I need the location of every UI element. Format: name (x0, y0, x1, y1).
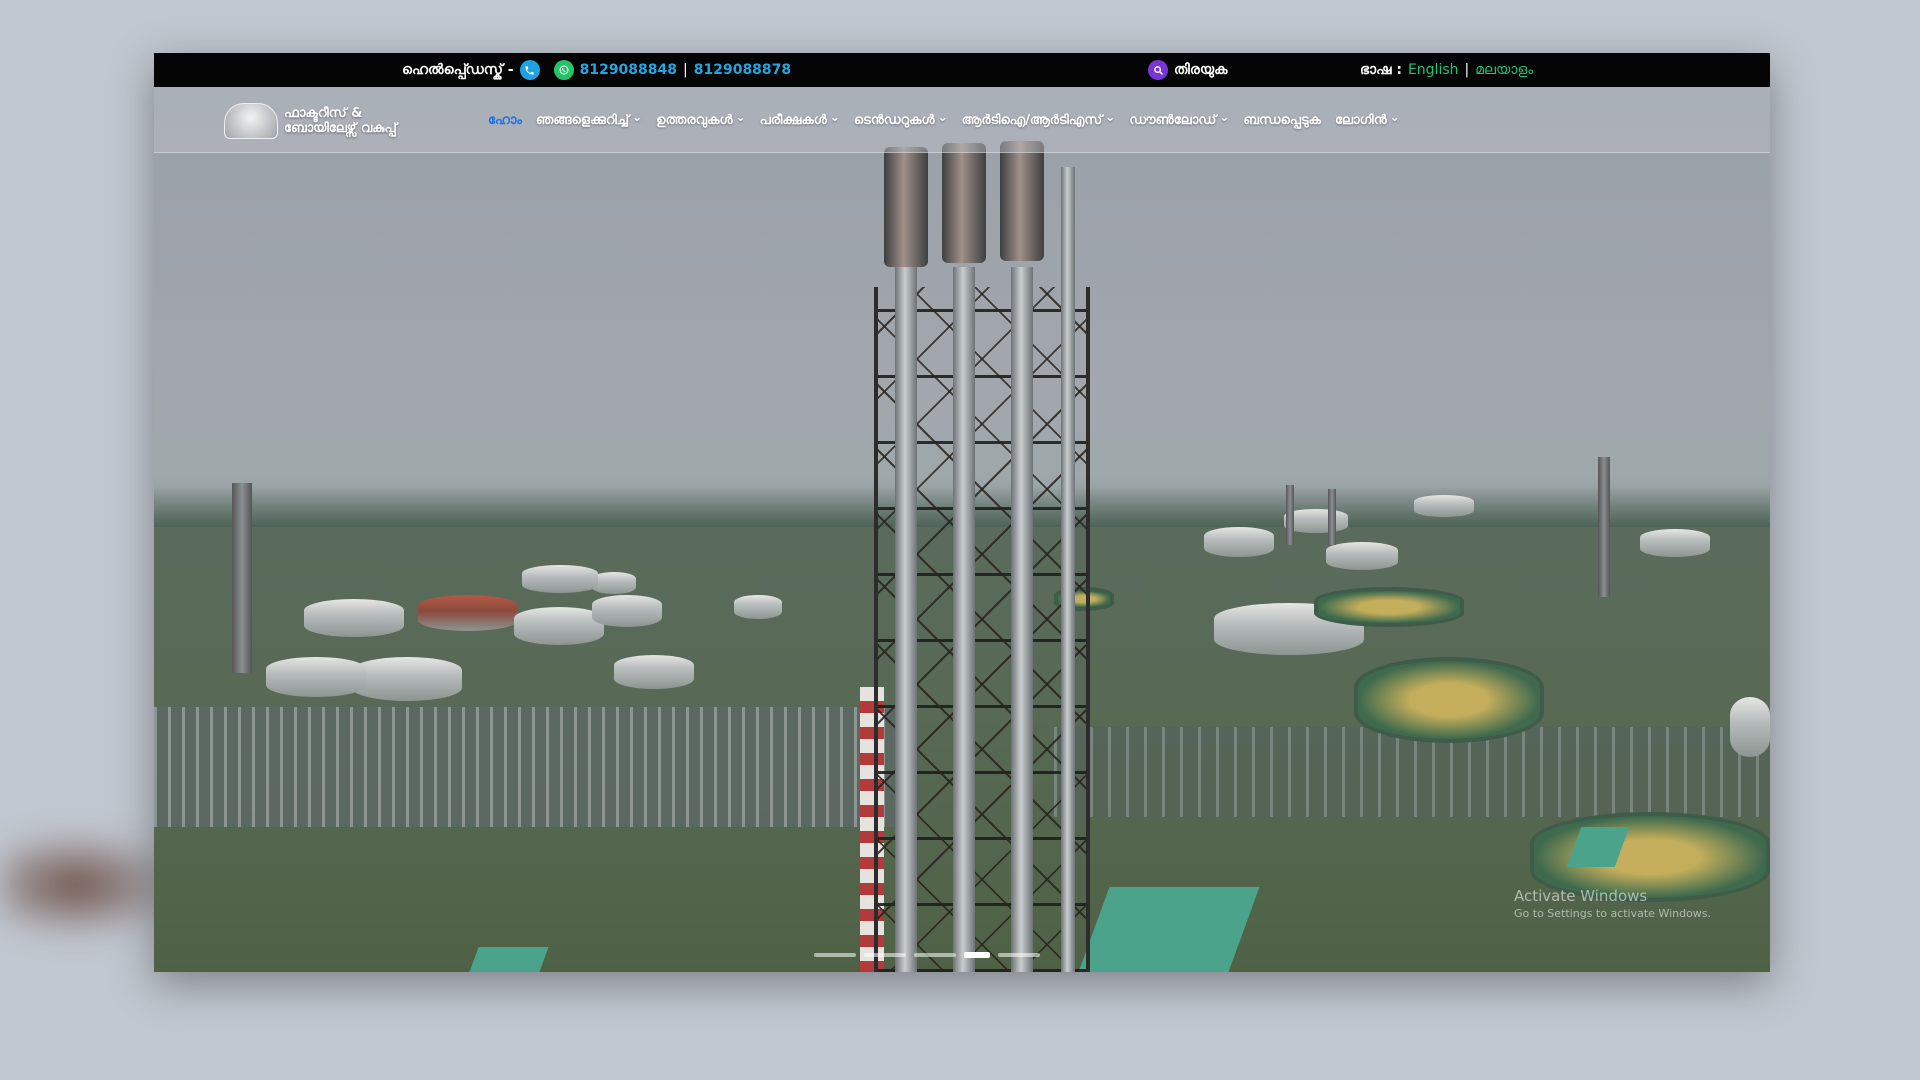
chevron-down-icon: ⌄ (829, 110, 840, 124)
phone-separator: | (683, 62, 688, 78)
helpdesk-group: ഹെൽപ്പ്ഡെസ്ക് - 8129088848 | 8129088878 (402, 53, 791, 87)
hero-flare-stack (1061, 167, 1075, 972)
hero-tank (1730, 697, 1770, 757)
hero-tank (1414, 495, 1474, 517)
slider-pagination (814, 952, 1040, 958)
hero-pond (1354, 657, 1544, 743)
nav-item-label: ഹോം (488, 112, 522, 128)
nav-item-0[interactable]: ഹോം (488, 113, 522, 128)
slider-dot-5[interactable] (998, 953, 1040, 957)
nav-item-7[interactable]: ബന്ധപ്പെടുക (1243, 113, 1321, 128)
hero-flare-stack-head (942, 143, 986, 263)
nav-item-label: ടെൻഡറുകൾ (853, 112, 935, 128)
hero-tank (1640, 529, 1710, 557)
search-label: തിരയുക (1174, 62, 1228, 78)
chevron-down-icon: ⌄ (735, 110, 746, 124)
nav-item-label: ഉത്തരവുകൾ (656, 112, 733, 128)
hero-building-roof (1078, 887, 1260, 972)
helpdesk-label: ഹെൽപ്പ്ഡെസ്ക് - (402, 62, 514, 78)
hero-distant-tower (232, 483, 252, 673)
chevron-down-icon: ⌄ (1219, 110, 1230, 124)
slider-dot-3[interactable] (914, 953, 956, 957)
phone-icon (519, 60, 540, 80)
nav-item-3[interactable]: പരീക്ഷകൾ ⌄ (759, 110, 840, 128)
hero-pond (1314, 587, 1464, 627)
hero-tank (592, 572, 636, 594)
chevron-down-icon: ⌄ (632, 110, 643, 124)
hero-flare-stack-head (884, 147, 928, 267)
slider-dot-4[interactable] (964, 952, 990, 958)
watermark-title: Activate Windows (1514, 887, 1648, 905)
hero-tank (522, 565, 598, 593)
hero-tank (304, 599, 404, 637)
nav-item-label: ഡൗൺലോഡ് (1129, 112, 1217, 128)
search-icon (1148, 60, 1168, 80)
hero-tank (418, 595, 518, 631)
slider-dot-1[interactable] (814, 953, 856, 957)
nav-item-6[interactable]: ഡൗൺലോഡ് ⌄ (1129, 110, 1230, 128)
hero-distant-tower (1598, 457, 1610, 597)
site-logo-text: ഫാക്ടറീസ് & ബോയിലേഴ്സ് വകുപ്പ് (284, 106, 397, 136)
hero-flare-stack (895, 267, 917, 972)
hero-flare-stack (953, 267, 975, 972)
nav-item-1[interactable]: ഞങ്ങളെക്കുറിച്ച് ⌄ (535, 110, 643, 128)
top-bar: ഹെൽപ്പ്ഡെസ്ക് - 8129088848 | 8129088878 … (154, 53, 1770, 87)
kerala-emblem-icon (224, 103, 278, 139)
hero-tank (352, 657, 462, 701)
language-option-malayalam[interactable]: മലയാളം (1475, 62, 1533, 78)
hero-tank (592, 595, 662, 627)
hero-tank (1326, 542, 1398, 570)
nav-item-2[interactable]: ഉത്തരവുകൾ ⌄ (656, 110, 746, 128)
site-header: ഫാക്ടറീസ് & ബോയിലേഴ്സ് വകുപ്പ് ഹോം ഞങ്ങളെ… (154, 87, 1770, 153)
nav-item-label: ബന്ധപ്പെടുക (1243, 112, 1321, 128)
hero-flare-stack (1011, 267, 1033, 972)
chevron-down-icon: ⌄ (1105, 110, 1116, 124)
slider-dot-2[interactable] (864, 953, 906, 957)
language-option-english[interactable]: English (1408, 62, 1459, 78)
whatsapp-icon (553, 60, 574, 80)
logo-line-1: ഫാക്ടറീസ് & (284, 106, 363, 121)
nav-item-label: ആർടിഐ/ആർടിഎസ് (961, 112, 1103, 128)
hero-flare-stack-head (1000, 141, 1044, 261)
nav-item-label: പരീക്ഷകൾ (759, 112, 827, 128)
hero-distant-tower (1328, 489, 1336, 545)
windows-activation-watermark: Activate Windows Go to Settings to activ… (1514, 887, 1711, 920)
watermark-subtitle: Go to Settings to activate Windows. (1514, 907, 1712, 920)
language-label: ഭാഷ : (1360, 62, 1402, 78)
hero-tank (1204, 527, 1274, 557)
hero-tank (514, 607, 604, 645)
hero-pipework-left (154, 707, 914, 827)
helpdesk-phone-secondary[interactable]: 8129088878 (694, 62, 791, 78)
language-separator: | (1464, 62, 1470, 78)
main-nav: ഹോം ഞങ്ങളെക്കുറിച്ച് ⌄ ഉത്തരവുകൾ ⌄ പരീക്ഷകൾ ⌄ ട… (488, 87, 1400, 153)
search-button[interactable]: തിരയുക (1148, 53, 1228, 87)
hero-distant-tower (1286, 485, 1294, 545)
nav-item-8[interactable]: ലോഗിൻ ⌄ (1334, 110, 1400, 128)
nav-item-4[interactable]: ടെൻഡറുകൾ ⌄ (853, 110, 948, 128)
chevron-down-icon: ⌄ (1389, 110, 1400, 124)
helpdesk-phone-primary[interactable]: 8129088848 (580, 62, 677, 78)
hero-building-roof (469, 947, 549, 972)
hero-tank (614, 655, 694, 689)
hero-tank (734, 595, 782, 619)
browser-viewport: Activate Windows Go to Settings to activ… (154, 53, 1770, 972)
hero-tank (266, 657, 366, 697)
site-logo[interactable]: ഫാക്ടറീസ് & ബോയിലേഴ്സ് വകുപ്പ് (224, 103, 397, 139)
nav-item-label: ഞങ്ങളെക്കുറിച്ച് (535, 112, 630, 128)
logo-line-2: ബോയിലേഴ്സ് വകുപ്പ് (284, 121, 397, 136)
chevron-down-icon: ⌄ (937, 110, 948, 124)
hero-slider[interactable]: Activate Windows Go to Settings to activ… (154, 87, 1770, 972)
nav-item-5[interactable]: ആർടിഐ/ആർടിഎസ് ⌄ (961, 110, 1116, 128)
language-switcher: ഭാഷ : English | മലയാളം (1360, 53, 1533, 87)
nav-item-label: ലോഗിൻ (1334, 112, 1387, 128)
